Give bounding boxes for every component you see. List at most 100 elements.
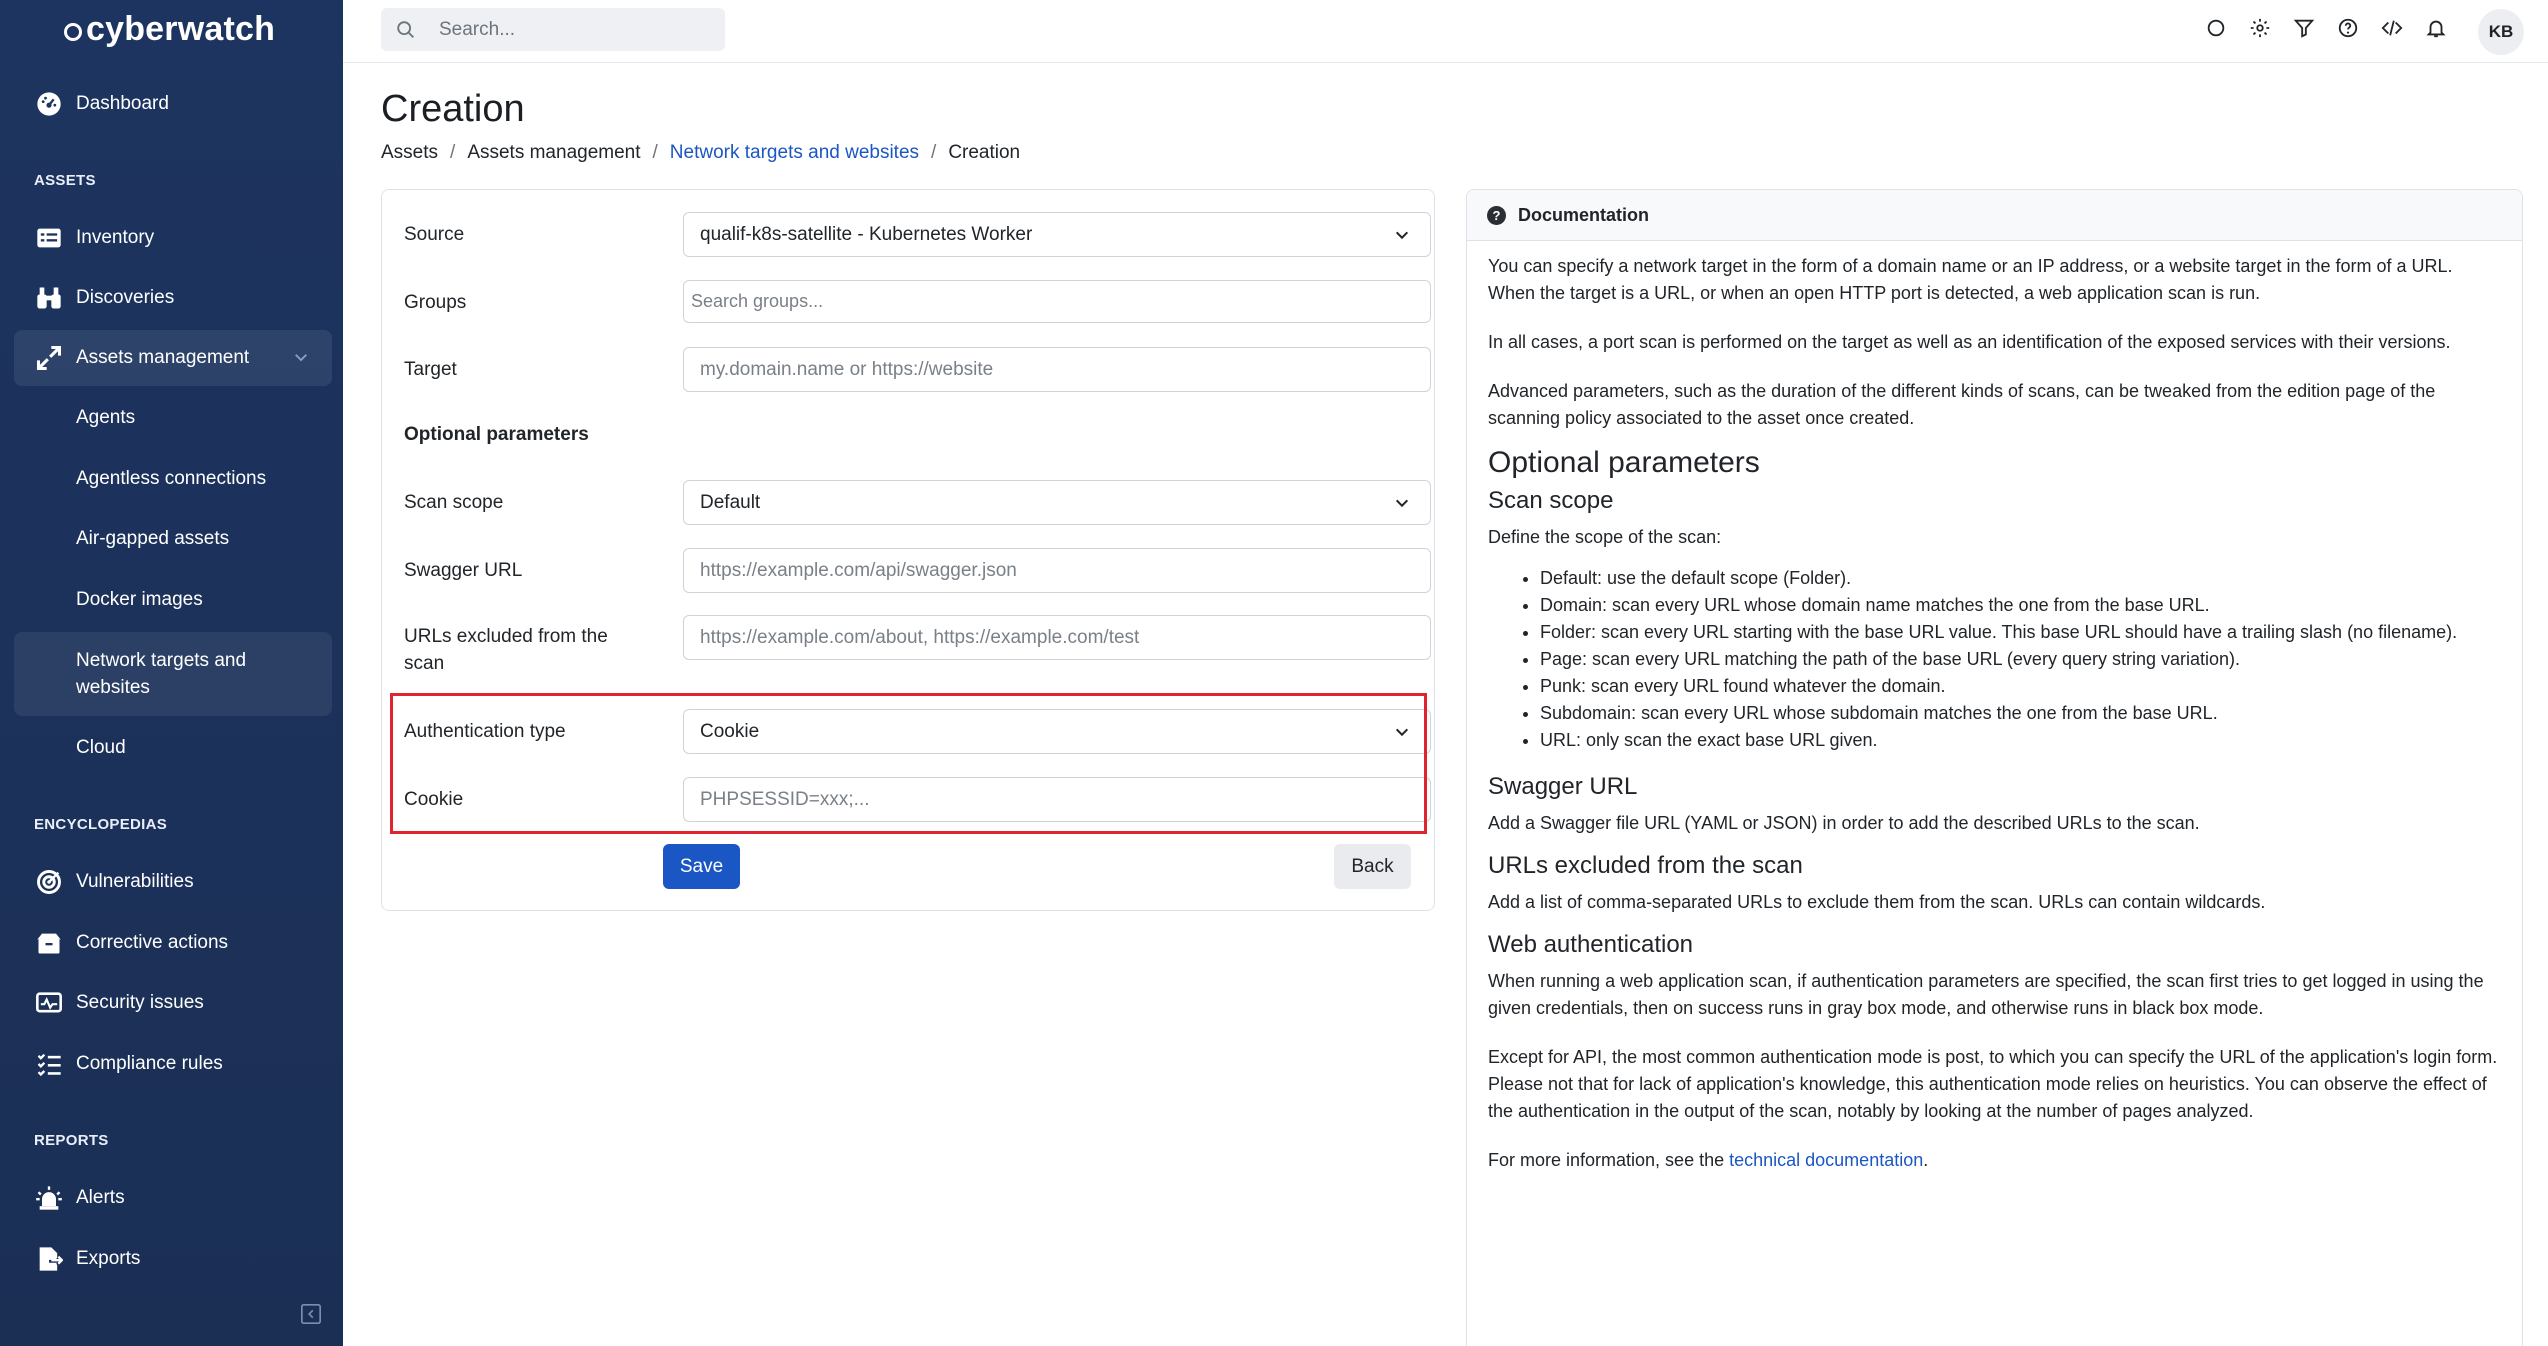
dashboard-icon bbox=[32, 87, 66, 121]
sidebar-item-label: Cloud bbox=[76, 737, 126, 758]
save-button[interactable]: Save bbox=[663, 844, 740, 889]
sidebar-item-exports[interactable]: Exports bbox=[14, 1231, 332, 1287]
documentation-header: ? Documentation bbox=[1467, 190, 2522, 241]
sidebar-item-agentless[interactable]: Agentless connections bbox=[14, 451, 332, 507]
alarm-icon bbox=[32, 1181, 66, 1215]
breadcrumb-network-targets[interactable]: Network targets and websites bbox=[670, 142, 919, 164]
target-input[interactable]: my.domain.name or https://website bbox=[683, 347, 1431, 392]
breadcrumb-separator: / bbox=[931, 142, 937, 163]
doc-paragraph: Except for API, the most common authenti… bbox=[1488, 1047, 2498, 1121]
sidebar-item-label: Vulnerabilities bbox=[76, 871, 194, 892]
back-button[interactable]: Back bbox=[1334, 844, 1411, 889]
breadcrumb: Assets / Assets management / Network tar… bbox=[381, 142, 1020, 164]
source-select[interactable]: qualif-k8s-satellite - Kubernetes Worker bbox=[683, 212, 1431, 257]
sidebar-item-security-issues[interactable]: Security issues bbox=[14, 975, 332, 1031]
doc-paragraph: In all cases, a port scan is performed o… bbox=[1488, 332, 2451, 352]
sidebar-item-label: Agentless connections bbox=[76, 468, 267, 489]
sidebar-item-compliance[interactable]: Compliance rules bbox=[14, 1036, 332, 1092]
technical-documentation-link[interactable]: technical documentation bbox=[1729, 1150, 1923, 1170]
list-item: Subdomain: scan every URL whose subdomai… bbox=[1540, 700, 2502, 727]
list-item: URL: only scan the exact base URL given. bbox=[1540, 727, 2502, 754]
sidebar-item-label: Compliance rules bbox=[76, 1053, 223, 1074]
scan-scope-select[interactable]: Default bbox=[683, 480, 1431, 525]
swagger-label: Swagger URL bbox=[404, 560, 523, 581]
list-icon bbox=[32, 221, 66, 255]
code-icon[interactable] bbox=[2380, 16, 2404, 40]
sidebar-item-discoveries[interactable]: Discoveries bbox=[14, 270, 332, 326]
sidebar-item-label: Air-gapped assets bbox=[76, 528, 230, 549]
help-icon[interactable] bbox=[2336, 16, 2360, 40]
doc-heading-optional: Optional parameters bbox=[1488, 446, 1760, 479]
sidebar-item-label: Security issues bbox=[76, 992, 204, 1013]
filter-icon[interactable] bbox=[2292, 16, 2316, 40]
logo-ring-icon bbox=[64, 22, 82, 41]
list-item: Punk: scan every URL found whatever the … bbox=[1540, 673, 2502, 700]
documentation-body: You can specify a network target in the … bbox=[1467, 241, 2522, 1174]
sidebar-item-airgapped[interactable]: Air-gapped assets bbox=[14, 511, 332, 567]
optional-parameters-heading: Optional parameters bbox=[404, 424, 589, 445]
breadcrumb-separator: / bbox=[450, 142, 456, 163]
excluded-urls-input[interactable]: https://example.com/about, https://examp… bbox=[683, 615, 1431, 660]
sidebar-item-label: Inventory bbox=[76, 227, 155, 248]
list-item: Default: use the default scope (Folder). bbox=[1540, 565, 2502, 592]
doc-scope-list: Default: use the default scope (Folder).… bbox=[1540, 565, 2502, 754]
sidebar-item-assets-management[interactable]: Assets management bbox=[14, 330, 332, 386]
sidebar-item-corrective-actions[interactable]: Corrective actions bbox=[14, 915, 332, 971]
source-label: Source bbox=[404, 224, 465, 245]
doc-heading-webauth: Web authentication bbox=[1488, 931, 1694, 958]
box-icon bbox=[32, 926, 66, 960]
topbar: KB bbox=[343, 0, 2548, 63]
documentation-title: Documentation bbox=[1518, 204, 1650, 225]
sidebar-item-label: Assets management bbox=[76, 347, 250, 368]
groups-label: Groups bbox=[404, 292, 467, 313]
scan-scope-value: Default bbox=[700, 491, 761, 513]
sidebar-item-dashboard[interactable]: Dashboard bbox=[14, 76, 332, 132]
highlight-box bbox=[390, 693, 1427, 834]
sidebar-item-network-targets[interactable]: Network targets and websites bbox=[14, 632, 332, 716]
top-icons bbox=[2204, 16, 2448, 40]
search-icon bbox=[397, 20, 414, 38]
sidebar-item-label: Docker images bbox=[76, 589, 203, 610]
breadcrumb-separator: / bbox=[652, 142, 658, 163]
bell-icon[interactable] bbox=[2424, 16, 2448, 40]
search-input[interactable] bbox=[439, 18, 709, 41]
groups-search-input[interactable]: Search groups... bbox=[683, 280, 1431, 323]
doc-paragraph: You can specify a network target in the … bbox=[1488, 256, 2453, 303]
doc-paragraph: When running a web application scan, if … bbox=[1488, 971, 2484, 1018]
search-box[interactable] bbox=[381, 8, 725, 51]
sidebar-item-docker[interactable]: Docker images bbox=[14, 572, 332, 628]
chevron-down-icon bbox=[1395, 231, 1409, 240]
breadcrumb-assets[interactable]: Assets bbox=[381, 142, 438, 164]
sidebar-item-alerts[interactable]: Alerts bbox=[14, 1170, 332, 1226]
chevron-down-icon[interactable] bbox=[292, 348, 310, 366]
sidebar-item-cloud[interactable]: Cloud bbox=[14, 720, 332, 776]
doc-paragraph: Add a list of comma-separated URLs to ex… bbox=[1488, 892, 2266, 912]
chevron-down-icon bbox=[1395, 499, 1409, 508]
binoculars-icon bbox=[32, 281, 66, 315]
cyberwatch-logo[interactable]: cyberwatch bbox=[64, 10, 275, 49]
sidebar-item-inventory[interactable]: Inventory bbox=[14, 210, 332, 266]
doc-more-prefix: For more information, see the bbox=[1488, 1150, 1730, 1170]
sidebar-item-label: Network targets and websites bbox=[76, 650, 247, 698]
question-icon: ? bbox=[1487, 205, 1506, 225]
sidebar-item-agents[interactable]: Agents bbox=[14, 390, 332, 446]
swagger-url-input[interactable]: https://example.com/api/swagger.json bbox=[683, 548, 1431, 593]
sidebar-item-vulnerabilities[interactable]: Vulnerabilities bbox=[14, 854, 332, 910]
gear-icon[interactable] bbox=[2248, 16, 2272, 40]
doc-scope-intro: Define the scope of the scan: bbox=[1488, 527, 1722, 547]
file-export-icon bbox=[32, 1242, 66, 1276]
target-icon bbox=[32, 865, 66, 899]
doc-heading-excluded: URLs excluded from the scan bbox=[1488, 852, 1803, 879]
breadcrumb-current: Creation bbox=[948, 142, 1021, 163]
scan-scope-label: Scan scope bbox=[404, 492, 504, 513]
status-circle-icon[interactable] bbox=[2204, 16, 2228, 40]
checklist-icon bbox=[32, 1047, 66, 1081]
section-reports: REPORTS bbox=[34, 1132, 109, 1149]
sidebar-item-label: Corrective actions bbox=[76, 932, 229, 953]
section-assets: ASSETS bbox=[34, 172, 96, 189]
avatar[interactable]: KB bbox=[2478, 9, 2524, 55]
doc-paragraph: Advanced parameters, such as the duratio… bbox=[1488, 381, 2436, 428]
list-item: Domain: scan every URL whose domain name… bbox=[1540, 592, 2502, 619]
collapse-sidebar-icon[interactable] bbox=[300, 1303, 322, 1325]
breadcrumb-assets-management[interactable]: Assets management bbox=[467, 142, 640, 164]
